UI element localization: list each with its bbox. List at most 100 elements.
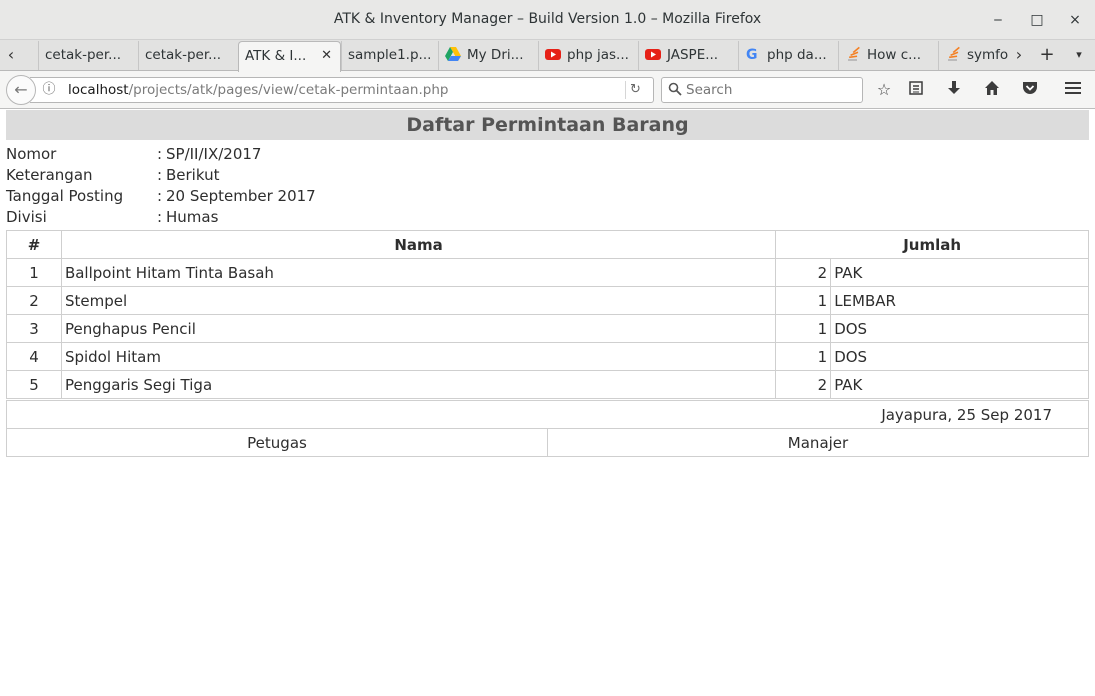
signer-manajer: Manajer (547, 428, 1089, 457)
scroll-tabs-left-icon[interactable]: ‹ (2, 40, 20, 70)
url-bar[interactable]: ⓘ localhost/projects/atk/pages/view/ceta… (30, 77, 654, 103)
tab-sample1[interactable]: sample1.p... (341, 41, 438, 70)
tab-label: JASPE... (667, 47, 719, 63)
tab-label: sample1.p... (348, 47, 432, 63)
tab-how-c[interactable]: How c... (838, 41, 938, 70)
reading-list-icon[interactable] (905, 80, 927, 102)
tab-symfony[interactable]: symfo (938, 41, 1008, 70)
tab-php-jasper[interactable]: php jas... (538, 41, 638, 70)
window-title: ATK & Inventory Manager – Build Version … (333, 11, 762, 27)
tab-atk-inventory[interactable]: ATK & I... ✕ (238, 41, 341, 72)
meta-row-divisi: Divisi : Humas (6, 207, 1089, 228)
column-header-nama: Nama (60, 230, 777, 259)
cell-no: 1 (6, 258, 62, 287)
url-text[interactable]: localhost/projects/atk/pages/view/cetak-… (68, 82, 448, 98)
page-content: Daftar Permintaan Barang Nomor : SP/II/I… (6, 110, 1089, 457)
search-bar[interactable] (661, 77, 863, 103)
cell-no: 3 (6, 314, 62, 343)
meta-separator: : (157, 187, 163, 205)
cell-no: 2 (6, 286, 62, 315)
back-button[interactable]: ← (6, 75, 36, 105)
meta-separator: : (157, 208, 163, 226)
cell-qty: 1 (775, 286, 832, 315)
youtube-icon (545, 49, 561, 60)
cell-qty: 1 (775, 342, 832, 371)
maximize-button[interactable]: □ (1025, 8, 1049, 32)
url-path: /projects/atk/pages/view/cetak-permintaa… (128, 82, 449, 98)
tab-my-drive[interactable]: My Dri... (438, 41, 538, 70)
search-input[interactable] (686, 81, 856, 99)
scroll-tabs-right-icon[interactable]: › (1010, 40, 1028, 70)
cell-nama: Penghapus Pencil (60, 314, 777, 343)
meta-separator: : (157, 166, 163, 184)
tab-label: symfo (967, 47, 1008, 63)
meta-value: Humas (166, 208, 219, 226)
cell-unit: LEMBAR (830, 286, 1089, 315)
cell-nama: Penggaris Segi Tiga (60, 370, 777, 399)
url-host: localhost (68, 82, 129, 98)
tab-jasper[interactable]: JASPE... (638, 41, 738, 70)
tab-label: php jas... (567, 47, 629, 63)
tab-cetak-permintaan-2[interactable]: cetak-per... (138, 41, 238, 70)
page-title: Daftar Permintaan Barang (6, 110, 1089, 140)
reload-icon[interactable]: ↻ (625, 81, 645, 99)
tab-label: cetak-per... (145, 47, 222, 63)
close-tab-icon[interactable]: ✕ (321, 42, 332, 70)
meta-value: Berikut (166, 166, 220, 184)
cell-qty: 1 (775, 314, 832, 343)
back-arrow-icon: ← (14, 80, 28, 99)
meta-key: Tanggal Posting (6, 187, 124, 205)
cell-nama: Spidol Hitam (60, 342, 777, 371)
cell-nama: Ballpoint Hitam Tinta Basah (60, 258, 777, 287)
navigation-bar: ⓘ localhost/projects/atk/pages/view/ceta… (0, 71, 1095, 109)
signers-row: Petugas Manajer (6, 428, 1089, 457)
tab-strip: ‹ cetak-per... cetak-per... ATK & I... ✕… (0, 40, 1095, 72)
cell-unit: DOS (830, 314, 1089, 343)
cell-nama: Stempel (60, 286, 777, 315)
place-date: Jayapura, 25 Sep 2017 (6, 400, 1089, 429)
google-icon: G (746, 47, 758, 62)
stackoverflow-icon (948, 46, 960, 61)
home-icon[interactable] (981, 80, 1003, 102)
youtube-icon (645, 49, 661, 60)
cell-unit: PAK (830, 258, 1089, 287)
meta-value: SP/II/IX/2017 (166, 145, 262, 163)
meta-value: 20 September 2017 (166, 187, 316, 205)
tab-label: php da... (767, 47, 827, 63)
column-header-no: # (6, 230, 62, 259)
menu-hamburger-icon[interactable] (1062, 80, 1084, 102)
table-row: 5 Penggaris Segi Tiga 2 PAK (6, 370, 1089, 399)
site-info-icon[interactable]: ⓘ (40, 81, 58, 99)
new-tab-icon[interactable]: + (1036, 40, 1058, 70)
meta-separator: : (157, 145, 163, 163)
table-row: 2 Stempel 1 LEMBAR (6, 286, 1089, 315)
meta-key: Divisi (6, 208, 47, 226)
svg-text:G: G (746, 47, 758, 62)
pocket-icon[interactable] (1019, 80, 1041, 102)
tab-cetak-permintaan-1[interactable]: cetak-per... (38, 41, 138, 70)
tab-label: ATK & I... (245, 48, 307, 64)
table-header-row: # Nama Jumlah (6, 230, 1089, 259)
meta-row-tanggal-posting: Tanggal Posting : 20 September 2017 (6, 186, 1089, 207)
meta-key: Keterangan (6, 166, 93, 184)
tab-php-da[interactable]: G php da... (738, 41, 838, 70)
downloads-icon[interactable] (943, 80, 965, 102)
table-row: 1 Ballpoint Hitam Tinta Basah 2 PAK (6, 258, 1089, 287)
items-table: # Nama Jumlah 1 Ballpoint Hitam Tinta Ba… (6, 230, 1089, 399)
google-drive-icon (445, 47, 461, 61)
meta-row-keterangan: Keterangan : Berikut (6, 165, 1089, 186)
close-window-button[interactable]: × (1063, 8, 1087, 32)
tab-label: cetak-per... (45, 47, 122, 63)
place-date-row: Jayapura, 25 Sep 2017 (6, 400, 1089, 429)
window-titlebar: ATK & Inventory Manager – Build Version … (0, 0, 1095, 40)
table-row: 3 Penghapus Pencil 1 DOS (6, 314, 1089, 343)
signer-petugas: Petugas (6, 428, 548, 457)
search-icon (668, 82, 682, 96)
bookmark-star-icon[interactable]: ☆ (873, 80, 895, 102)
meta-key: Nomor (6, 145, 57, 163)
minimize-button[interactable]: ‒ (986, 8, 1010, 32)
tab-label: How c... (867, 47, 922, 63)
list-all-tabs-icon[interactable]: ▾ (1068, 40, 1090, 70)
request-meta: Nomor : SP/II/IX/2017 Keterangan : Berik… (6, 144, 1089, 228)
cell-unit: PAK (830, 370, 1089, 399)
